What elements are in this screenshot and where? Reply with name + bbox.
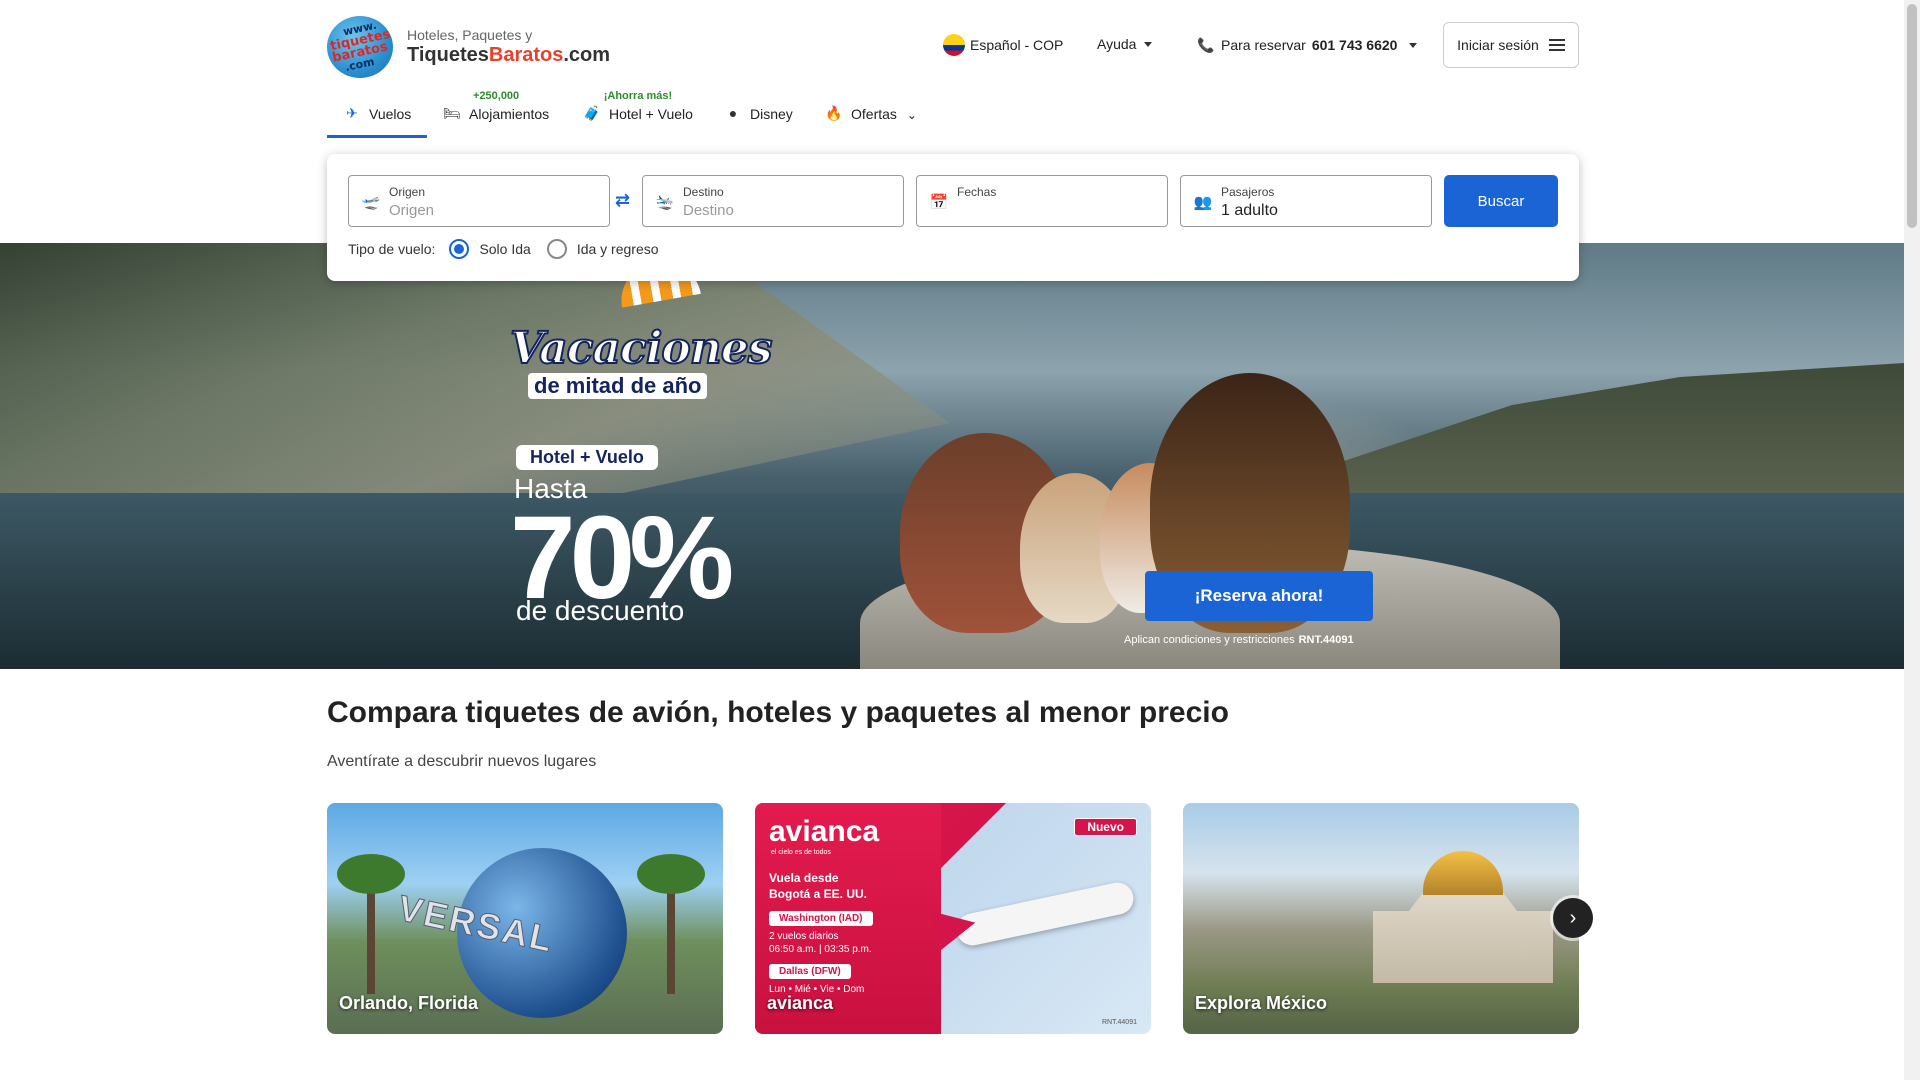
tab-label: Vuelos <box>369 106 412 122</box>
tab-badge: +250,000 <box>472 90 520 102</box>
palm-tree <box>337 854 405 994</box>
conditions-text: Aplican condiciones y restricciones RNT.4… <box>1124 634 1354 646</box>
origin-input[interactable]: Origen <box>389 202 434 219</box>
chevron-down-icon <box>1144 41 1153 47</box>
round-trip-label[interactable]: Ida y regreso <box>577 241 659 257</box>
airplane-image <box>953 879 1137 949</box>
flight-search-form: 🛫 Origen Origen ⇄ 🛬 Destino Destino 📅 Fe… <box>327 154 1579 281</box>
language-selector[interactable]: Español - COP <box>943 34 1063 56</box>
carousel-next-button[interactable]: › <box>1553 898 1593 938</box>
phone-menu[interactable]: 📞 Para reservar 601 743 6620 <box>1197 36 1418 54</box>
destination-card[interactable]: VERSAL Orlando, Florida <box>327 803 723 1034</box>
help-label: Ayuda <box>1097 36 1137 52</box>
tab-vuelos[interactable]: ✈ Vuelos <box>327 84 428 138</box>
mickey-icon: ● <box>728 105 738 121</box>
promo-line: Vuela desde <box>769 871 839 885</box>
tab-disney[interactable]: ● Disney <box>724 84 793 138</box>
help-menu[interactable]: Ayuda <box>1097 36 1153 52</box>
tab-ofertas[interactable]: 🔥 Ofertas ⌄ <box>825 84 917 138</box>
tab-badge: ¡Ahorra más! <box>603 90 673 102</box>
bed-icon: 🛏 <box>443 104 461 121</box>
destination-card[interactable]: Explora México <box>1183 803 1579 1034</box>
colombia-flag-icon <box>943 34 965 56</box>
destination-input[interactable]: Destino <box>683 202 734 219</box>
tab-label: Disney <box>750 106 793 122</box>
hero-background <box>1344 363 1904 503</box>
brand-tagline: Hoteles, Paquetes y <box>407 27 533 43</box>
product-tabs: ✈ Vuelos +250,000 🛏 Alojamientos ¡Ahorra… <box>327 84 1579 138</box>
site-logo[interactable]: www. tiquetes baratos .com <box>327 16 393 78</box>
scrollbar-thumb[interactable] <box>1907 4 1917 228</box>
origin-field[interactable]: 🛫 Origen Origen <box>348 175 610 227</box>
route-info: 2 vuelos diarios <box>769 931 839 942</box>
card-caption: Explora México <box>1195 993 1328 1013</box>
tab-hotel-vuelo[interactable]: ¡Ahorra más! 🧳 Hotel + Vuelo <box>583 84 693 138</box>
calendar-icon: 📅 <box>929 194 949 211</box>
new-badge: Nuevo <box>1074 818 1137 836</box>
login-button[interactable]: Iniciar sesión <box>1443 22 1579 68</box>
card-caption: Orlando, Florida <box>339 993 479 1013</box>
hero-banner[interactable]: Vacaciones de mitad de año Hotel + Vuelo… <box>0 243 1904 669</box>
route-badge: Washington (IAD) <box>769 911 873 926</box>
promo-discount: de descuento <box>516 595 685 626</box>
trip-type: Tipo de vuelo: Solo Ida Ida y regreso <box>348 239 659 259</box>
section-title: Compara tiquetes de avión, hoteles y paq… <box>327 696 1229 729</box>
destination-card[interactable]: avianca el cielo es de todos Vuela desde… <box>755 803 1151 1034</box>
tab-label: Ofertas <box>851 106 897 122</box>
luggage-icon: 🧳 <box>583 104 601 121</box>
conditions-label: Aplican condiciones y restricciones <box>1124 634 1295 646</box>
tab-label: Alojamientos <box>469 106 550 122</box>
rnt-code: RNT.44091 <box>1101 1019 1137 1026</box>
scrollbar[interactable] <box>1904 0 1920 1080</box>
field-label: Destino <box>683 185 724 199</box>
field-label: Pasajeros <box>1221 185 1275 199</box>
field-label: Fechas <box>957 185 997 199</box>
language-label: Español - COP <box>970 37 1064 53</box>
landing-icon: 🛬 <box>655 194 675 211</box>
menu-icon <box>1548 39 1565 51</box>
promo-subtitle: de mitad de año <box>528 373 708 399</box>
brand-name-part: Baratos <box>488 44 564 66</box>
passengers-value: 1 adulto <box>1221 202 1278 219</box>
trip-type-label: Tipo de vuelo: <box>348 241 436 257</box>
takeoff-icon: 🛫 <box>361 194 381 211</box>
airplane-icon: ✈ <box>346 104 358 121</box>
phone-icon: 📞 <box>1197 36 1215 53</box>
site-header: www. tiquetes baratos .com Hoteles, Paqu… <box>327 14 1579 78</box>
phone-number: 601 743 6620 <box>1311 37 1398 53</box>
brand-name-part: .com <box>563 44 611 66</box>
round-trip-radio[interactable] <box>546 239 567 259</box>
flame-icon: 🔥 <box>825 104 843 121</box>
brand-name-part: Tiquetes <box>407 44 489 66</box>
field-label: Origen <box>389 185 426 199</box>
palm-tree <box>637 854 705 994</box>
dates-field[interactable]: 📅 Fechas <box>916 175 1168 227</box>
one-way-label[interactable]: Solo Ida <box>479 241 530 257</box>
promo-line: Bogotá a EE. UU. <box>769 887 868 901</box>
one-way-radio[interactable] <box>449 239 470 259</box>
route-badge: Dallas (DFW) <box>769 964 851 979</box>
tab-label: Hotel + Vuelo <box>609 106 693 122</box>
passengers-field[interactable]: 👥 Pasajeros 1 adulto <box>1180 175 1432 227</box>
reserve-now-button[interactable]: ¡Reserva ahora! <box>1145 571 1373 621</box>
avianca-logo: avianca <box>769 815 880 848</box>
section-subtitle: Aventírate a descubrir nuevos lugares <box>327 753 597 770</box>
card-caption: avianca <box>767 993 834 1013</box>
tab-alojamientos[interactable]: +250,000 🛏 Alojamientos <box>443 84 549 138</box>
brand-name[interactable]: TiquetesBaratos.com <box>407 44 610 67</box>
login-label: Iniciar sesión <box>1457 37 1539 53</box>
route-info: 06:50 a.m. | 03:35 p.m. <box>769 944 872 955</box>
palace-dome <box>1423 851 1503 895</box>
people-icon: 👥 <box>1193 194 1213 211</box>
chevron-down-icon <box>1409 42 1418 48</box>
promo-title: Vacaciones <box>509 322 774 375</box>
avianca-tagline: el cielo es de todos <box>771 849 831 856</box>
destination-field[interactable]: 🛬 Destino Destino <box>642 175 904 227</box>
swap-icon[interactable]: ⇄ <box>615 190 630 211</box>
search-button[interactable]: Buscar <box>1444 175 1558 227</box>
chevron-down-icon: ⌄ <box>906 108 917 122</box>
promo-pill: Hotel + Vuelo <box>516 445 658 470</box>
reserve-label: Para reservar <box>1221 37 1306 53</box>
rnt-code: RNT.44091 <box>1298 634 1354 646</box>
